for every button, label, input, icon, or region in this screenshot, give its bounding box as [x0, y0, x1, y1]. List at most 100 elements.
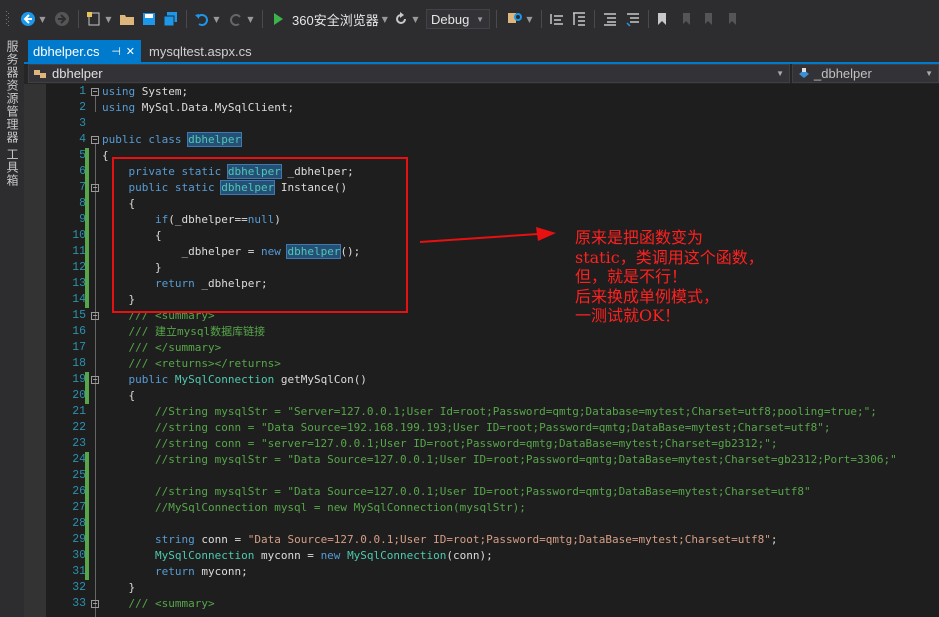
- back-button[interactable]: ▼: [18, 9, 48, 29]
- line-number: 21: [72, 405, 86, 418]
- bookmark-icon: [658, 13, 666, 25]
- code-line-33: /// <summary>: [128, 597, 215, 610]
- line-number: 4: [79, 133, 86, 146]
- code-line-29: string conn = "Data Source=127.0.0.1;Use…: [154, 533, 778, 546]
- fold-toggle[interactable]: −: [91, 600, 99, 608]
- code-line-1: using System;: [102, 85, 189, 98]
- line-number: 8: [79, 197, 86, 210]
- redo-icon: [230, 14, 242, 26]
- find-icon: [508, 13, 523, 23]
- code-line-18: /// <returns></returns>: [128, 357, 281, 370]
- code-line-19: public MySqlConnection getMySqlCon(): [128, 373, 367, 386]
- pin-icon[interactable]: ⊣: [111, 45, 121, 58]
- toolbox-tab[interactable]: 工具箱: [4, 148, 21, 187]
- line-number: 2: [79, 101, 86, 114]
- document-tab-bar: dbhelper.cs ⊣ ✕ mysqltest.aspx.cs: [24, 38, 939, 62]
- code-line-22: //string conn = "Data Source=192.168.199…: [154, 421, 831, 434]
- chevron-down-icon: ▼: [476, 15, 484, 24]
- tab-dbhelper-cs[interactable]: dbhelper.cs ⊣ ✕: [28, 40, 141, 62]
- line-number: 22: [72, 421, 86, 434]
- line-number: 9: [79, 213, 86, 226]
- code-line-30: MySqlConnection myconn = new MySqlConnec…: [154, 549, 493, 562]
- line-number: 18: [72, 357, 86, 370]
- line-number: 27: [72, 501, 86, 514]
- open-file-button[interactable]: [118, 9, 136, 29]
- chevron-down-icon: ▼: [776, 69, 784, 78]
- play-icon: [274, 13, 283, 25]
- close-icon[interactable]: ✕: [126, 45, 135, 58]
- type-dropdown-value: dbhelper: [52, 66, 103, 81]
- type-dropdown[interactable]: dbhelper ▼: [28, 64, 790, 83]
- line-number: 10: [72, 229, 86, 242]
- fold-toggle[interactable]: −: [91, 312, 99, 320]
- code-line-24: //string mysqlStr = "Data Source=127.0.0…: [154, 453, 897, 466]
- fold-toggle[interactable]: −: [91, 376, 99, 384]
- structure-button[interactable]: [570, 9, 588, 29]
- fold-toggle[interactable]: −: [91, 136, 99, 144]
- next-bookmark-button[interactable]: [700, 9, 716, 29]
- navigation-bar: dbhelper ▼ _dbhelper ▼: [24, 64, 939, 85]
- clear-bookmarks-button[interactable]: [724, 9, 740, 29]
- highlight-box: [112, 157, 408, 313]
- refresh-icon: [396, 12, 407, 24]
- tab-mysqltest-aspx-cs[interactable]: mysqltest.aspx.cs: [149, 40, 252, 62]
- line-number: 1: [79, 85, 86, 98]
- line-number: 5: [79, 149, 86, 162]
- line-number: 24: [72, 453, 86, 466]
- line-number: 11: [72, 245, 86, 258]
- member-dropdown[interactable]: _dbhelper ▼: [792, 64, 939, 83]
- align-left-button[interactable]: [548, 9, 566, 29]
- code-line-26: //string mysqlStr = "Data Source=127.0.0…: [154, 485, 811, 498]
- line-number: 6: [79, 165, 86, 178]
- line-number: 17: [72, 341, 86, 354]
- line-number: 31: [72, 565, 86, 578]
- server-explorer-tab[interactable]: 服务器资源管理器: [4, 40, 21, 144]
- change-marker: [85, 148, 89, 308]
- prev-bookmark-icon: [683, 13, 690, 25]
- find-in-files-button[interactable]: ▼: [503, 9, 537, 29]
- refresh-button[interactable]: ▼: [392, 9, 420, 29]
- line-number: 30: [72, 549, 86, 562]
- save-icon: [143, 13, 155, 25]
- open-folder-icon: [120, 15, 134, 25]
- forward-button[interactable]: [52, 9, 72, 29]
- uncomment-button[interactable]: [624, 9, 642, 29]
- code-line-4: public class dbhelper: [102, 132, 243, 147]
- line-number: 16: [72, 325, 86, 338]
- forward-arrow-icon: [55, 12, 69, 26]
- annotation-note: 原来是把函数变为 static，类调用这个函数， 但，就是不行！ 后来换成单例模…: [575, 228, 764, 325]
- undo-button[interactable]: ▼: [192, 9, 222, 29]
- toolbar-grip: [4, 9, 12, 29]
- comment-button[interactable]: [601, 9, 619, 29]
- field-icon: [799, 67, 809, 78]
- line-number: 19: [72, 373, 86, 386]
- line-number: 25: [72, 469, 86, 482]
- redo-button[interactable]: ▼: [226, 9, 256, 29]
- new-project-button[interactable]: ▼: [84, 9, 114, 29]
- fold-toggle[interactable]: −: [91, 184, 99, 192]
- configuration-dropdown[interactable]: Debug ▼: [426, 9, 490, 29]
- code-line-20: {: [102, 389, 136, 402]
- code-line-21: //String mysqlStr = "Server=127.0.0.1;Us…: [154, 405, 877, 418]
- line-number: 14: [72, 293, 86, 306]
- line-number: 7: [79, 181, 86, 194]
- bookmark-button[interactable]: [654, 9, 670, 29]
- line-number: 23: [72, 437, 86, 450]
- side-tool-strip: 服务器资源管理器 工具箱: [0, 38, 24, 617]
- align-icon: [550, 14, 563, 25]
- code-line-32: }: [102, 581, 136, 594]
- fold-toggle[interactable]: −: [91, 88, 99, 96]
- run-button[interactable]: 360安全浏览器 ▼: [270, 9, 388, 29]
- save-all-button[interactable]: [162, 9, 180, 29]
- save-button[interactable]: [140, 9, 158, 29]
- line-number: 28: [72, 517, 86, 530]
- line-number: 3: [79, 117, 86, 130]
- prev-bookmark-button[interactable]: [678, 9, 694, 29]
- class-icon: [34, 69, 46, 78]
- code-line-17: /// </summary>: [128, 341, 222, 354]
- new-project-icon: [87, 12, 100, 26]
- save-all-icon: [163, 12, 177, 27]
- line-number: 12: [72, 261, 86, 274]
- code-line-31: return myconn;: [154, 565, 248, 578]
- comment-lines-icon: [604, 13, 616, 26]
